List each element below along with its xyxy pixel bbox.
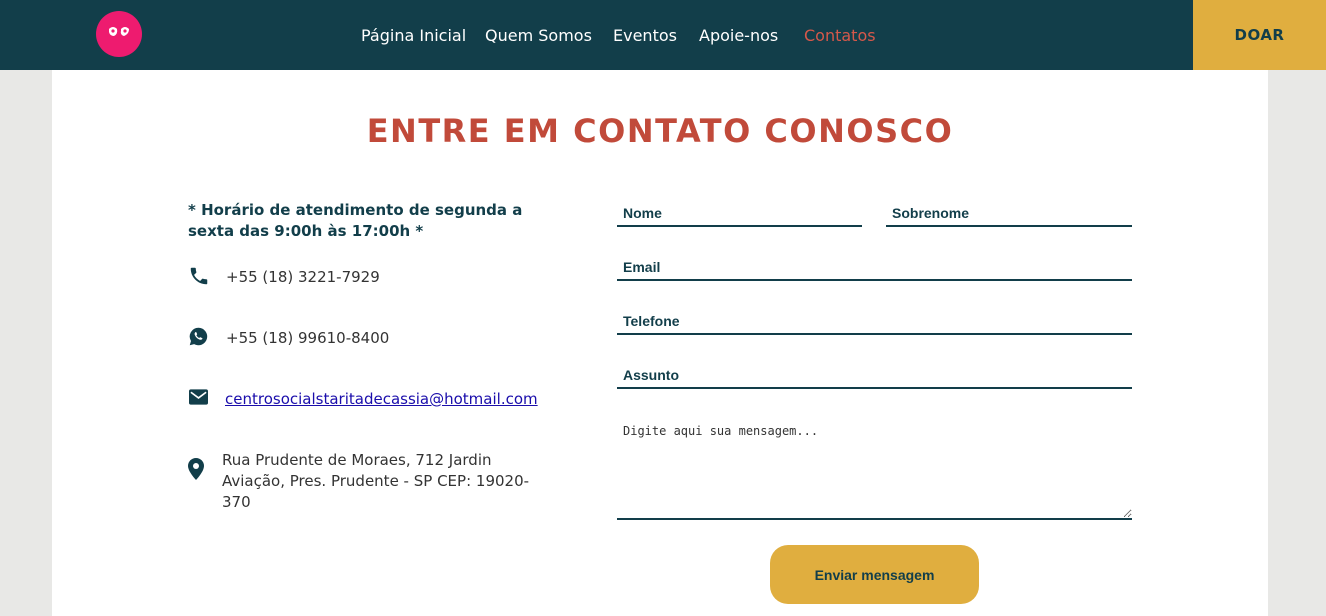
whatsapp-number: +55 (18) 99610-8400 bbox=[226, 329, 390, 347]
last-name-input[interactable] bbox=[886, 201, 1132, 225]
phone-number: +55 (18) 3221-7929 bbox=[226, 268, 380, 286]
nav-item-about[interactable]: Quem Somos bbox=[485, 26, 592, 45]
phone-icon bbox=[188, 265, 210, 291]
first-name-input[interactable] bbox=[617, 201, 862, 225]
phone-input[interactable] bbox=[617, 309, 1132, 333]
nav-item-contacts[interactable]: Contatos bbox=[804, 26, 876, 45]
email-link[interactable]: centrosocialstaritadecassia@hotmail.com bbox=[225, 390, 538, 408]
donate-button[interactable]: DOAR bbox=[1193, 0, 1326, 70]
logo-icon[interactable] bbox=[96, 11, 142, 57]
location-pin-icon bbox=[188, 458, 204, 484]
email-input[interactable] bbox=[617, 255, 1132, 279]
nav-item-events[interactable]: Eventos bbox=[613, 26, 677, 45]
message-textarea[interactable] bbox=[617, 418, 1132, 520]
last-name-field bbox=[886, 201, 1132, 227]
subject-field bbox=[617, 363, 1132, 389]
first-name-field bbox=[617, 201, 862, 227]
nav-item-support[interactable]: Apoie-nos bbox=[699, 26, 778, 45]
site-header: Página Inicial Quem Somos Eventos Apoie-… bbox=[0, 0, 1326, 70]
send-message-button[interactable]: Enviar mensagem bbox=[770, 545, 979, 604]
nav-item-home[interactable]: Página Inicial bbox=[361, 26, 466, 45]
mail-icon bbox=[189, 389, 208, 409]
email-field bbox=[617, 255, 1132, 281]
page-title: ENTRE EM CONTATO CONOSCO bbox=[366, 112, 954, 150]
whatsapp-icon bbox=[188, 326, 209, 351]
subject-input[interactable] bbox=[617, 363, 1132, 387]
address-text: Rua Prudente de Moraes, 712 Jardin Aviaç… bbox=[222, 451, 530, 511]
phone-field bbox=[617, 309, 1132, 335]
business-hours: * Horário de atendimento de segunda a se… bbox=[188, 201, 523, 240]
